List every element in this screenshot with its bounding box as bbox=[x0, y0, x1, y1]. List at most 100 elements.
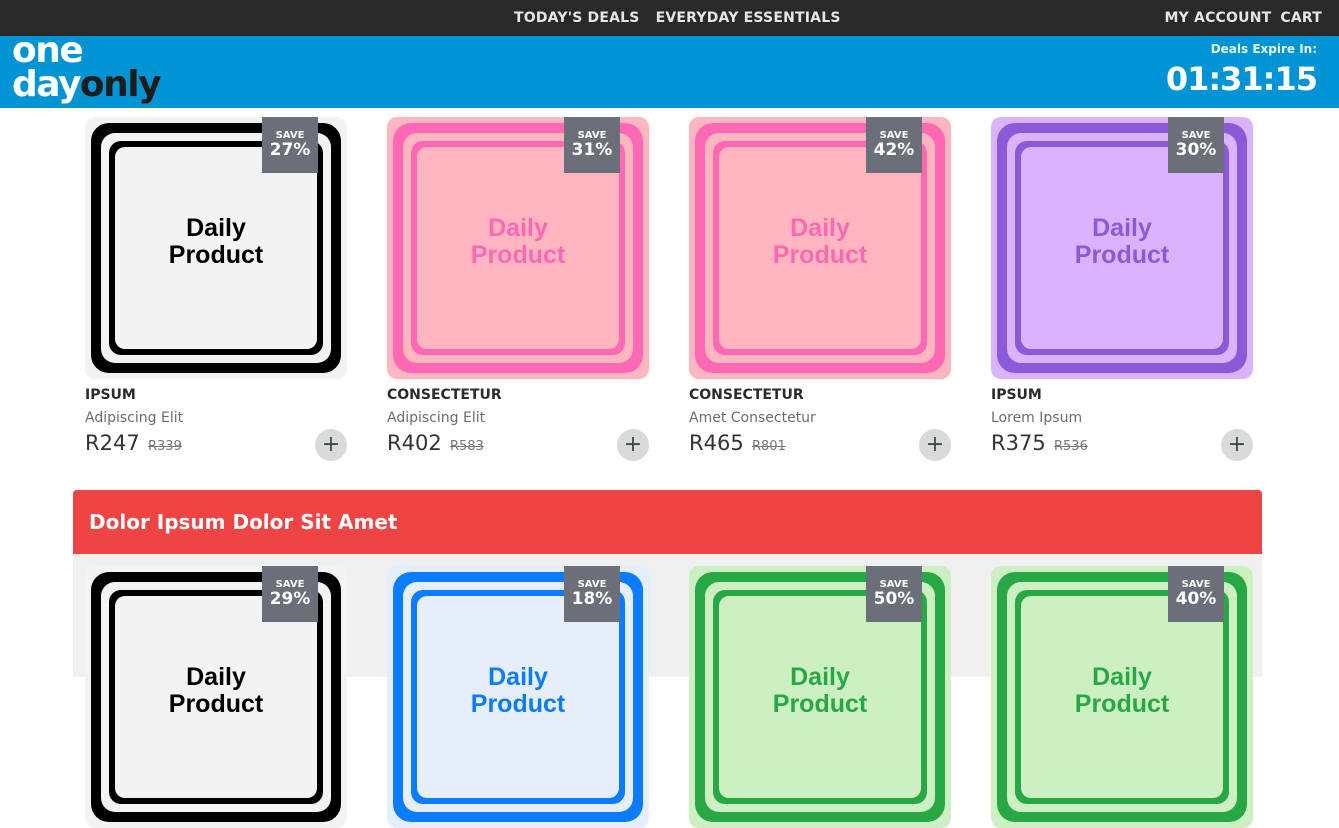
product-price: R465 bbox=[689, 431, 744, 455]
logo-only: only bbox=[79, 64, 162, 105]
add-to-cart-button[interactable]: + bbox=[617, 429, 649, 461]
section-banner: Dolor Ipsum Dolor Sit Amet bbox=[73, 490, 1262, 554]
placeholder-text: Daily Product bbox=[689, 215, 951, 269]
price-row: R402 R583 + bbox=[387, 429, 649, 463]
product-price: R402 bbox=[387, 431, 442, 455]
discount-percent: 27% bbox=[269, 140, 311, 160]
original-price: R339 bbox=[148, 439, 182, 454]
discount-badge: SAVE 29% bbox=[262, 566, 318, 622]
original-price: R583 bbox=[450, 439, 484, 454]
product-image[interactable]: Daily Product SAVE 30% bbox=[991, 117, 1253, 379]
placeholder-text: Daily Product bbox=[689, 664, 951, 718]
logo-day: day bbox=[12, 64, 81, 105]
original-price: R536 bbox=[1054, 439, 1088, 454]
discount-badge: SAVE 42% bbox=[866, 117, 922, 173]
discount-badge: SAVE 27% bbox=[262, 117, 318, 173]
product-name[interactable]: Lorem Ipsum bbox=[991, 410, 1253, 426]
product-brand: IPSUM bbox=[991, 387, 1042, 403]
add-to-cart-button[interactable]: + bbox=[1221, 429, 1253, 461]
discount-badge: SAVE 50% bbox=[866, 566, 922, 622]
add-to-cart-button[interactable]: + bbox=[919, 429, 951, 461]
discount-badge: SAVE 40% bbox=[1168, 566, 1224, 622]
product-card[interactable]: Daily Product SAVE 42% CONSECTETUR Amet Conse… bbox=[689, 117, 951, 463]
discount-percent: 31% bbox=[571, 140, 613, 160]
placeholder-line: Product bbox=[168, 690, 264, 718]
placeholder-text: Daily Product bbox=[991, 664, 1253, 718]
product-card[interactable]: Daily Product SAVE 40% bbox=[991, 566, 1253, 828]
top-navigation-bar: TODAY'S DEALS EVERYDAY ESSENTIALS MY ACC… bbox=[0, 0, 1339, 36]
placeholder-line: Daily bbox=[1092, 663, 1152, 691]
deal-nav: TODAY'S DEALS EVERYDAY ESSENTIALS bbox=[514, 10, 841, 26]
placeholder-line: Product bbox=[168, 241, 264, 269]
product-image[interactable]: Daily Product SAVE 50% bbox=[689, 566, 951, 828]
product-card[interactable]: Daily Product SAVE 18% bbox=[387, 566, 649, 828]
product-grid-section: Daily Product SAVE 29% Daily Product SAVE 18% Da… bbox=[85, 566, 1253, 828]
placeholder-text: Daily Product bbox=[387, 664, 649, 718]
section-title: Dolor Ipsum Dolor Sit Amet bbox=[89, 510, 398, 534]
nav-everyday-essentials[interactable]: EVERYDAY ESSENTIALS bbox=[656, 10, 841, 26]
discount-percent: 50% bbox=[873, 589, 915, 609]
product-brand: IPSUM bbox=[85, 387, 136, 403]
countdown-timer: 01:31:15 bbox=[1165, 60, 1318, 98]
product-image[interactable]: Daily Product SAVE 42% bbox=[689, 117, 951, 379]
product-image[interactable]: Daily Product SAVE 29% bbox=[85, 566, 347, 828]
placeholder-line: Product bbox=[470, 690, 566, 718]
discount-percent: 29% bbox=[269, 589, 311, 609]
product-image[interactable]: Daily Product SAVE 40% bbox=[991, 566, 1253, 828]
logo-one: one bbox=[12, 30, 84, 71]
placeholder-line: Daily bbox=[488, 663, 548, 691]
add-to-cart-button[interactable]: + bbox=[315, 429, 347, 461]
product-image[interactable]: Daily Product SAVE 31% bbox=[387, 117, 649, 379]
discount-badge: SAVE 31% bbox=[564, 117, 620, 173]
product-brand: CONSECTETUR bbox=[387, 387, 502, 403]
price-row: R375 R536 + bbox=[991, 429, 1253, 463]
product-card[interactable]: Daily Product SAVE 50% bbox=[689, 566, 951, 828]
product-name[interactable]: Amet Consectetur bbox=[689, 410, 951, 426]
placeholder-text: Daily Product bbox=[991, 215, 1253, 269]
discount-badge: SAVE 30% bbox=[1168, 117, 1224, 173]
placeholder-line: Daily bbox=[790, 214, 850, 242]
discount-percent: 40% bbox=[1175, 589, 1217, 609]
original-price: R801 bbox=[752, 439, 786, 454]
price-row: R247 R339 + bbox=[85, 429, 347, 463]
product-image[interactable]: Daily Product SAVE 27% bbox=[85, 117, 347, 379]
product-image[interactable]: Daily Product SAVE 18% bbox=[387, 566, 649, 828]
logo-dayonly: dayonly bbox=[12, 67, 162, 103]
nav-todays-deals[interactable]: TODAY'S DEALS bbox=[514, 10, 640, 26]
placeholder-line: Product bbox=[1074, 690, 1170, 718]
placeholder-line: Daily bbox=[186, 663, 246, 691]
site-logo[interactable]: one dayonly bbox=[12, 30, 162, 103]
placeholder-text: Daily Product bbox=[85, 215, 347, 269]
placeholder-line: Product bbox=[470, 241, 566, 269]
placeholder-line: Product bbox=[772, 690, 868, 718]
product-grid-top: Daily Product SAVE 27% IPSUM Adipiscing Elit R… bbox=[85, 117, 1253, 463]
product-card[interactable]: Daily Product SAVE 27% IPSUM Adipiscing Elit R… bbox=[85, 117, 347, 463]
product-card[interactable]: Daily Product SAVE 29% bbox=[85, 566, 347, 828]
placeholder-line: Daily bbox=[790, 663, 850, 691]
discount-percent: 18% bbox=[571, 589, 613, 609]
discount-percent: 30% bbox=[1175, 140, 1217, 160]
product-price: R375 bbox=[991, 431, 1046, 455]
cart-link[interactable]: CART bbox=[1280, 10, 1322, 26]
placeholder-text: Daily Product bbox=[85, 664, 347, 718]
placeholder-line: Product bbox=[1074, 241, 1170, 269]
price-row: R465 R801 + bbox=[689, 429, 951, 463]
product-card[interactable]: Daily Product SAVE 31% CONSECTETUR Adipiscing… bbox=[387, 117, 649, 463]
placeholder-line: Product bbox=[772, 241, 868, 269]
product-card[interactable]: Daily Product SAVE 30% IPSUM Lorem Ipsum R375 R… bbox=[991, 117, 1253, 463]
product-brand: CONSECTETUR bbox=[689, 387, 804, 403]
countdown-label: Deals Expire In: bbox=[1210, 42, 1317, 56]
my-account-link[interactable]: MY ACCOUNT bbox=[1165, 10, 1272, 26]
deal-countdown: Deals Expire In: 01:31:15 bbox=[1165, 42, 1318, 98]
placeholder-line: Daily bbox=[488, 214, 548, 242]
site-header: one dayonly Deals Expire In: 01:31:15 bbox=[0, 30, 1339, 108]
product-price: R247 bbox=[85, 431, 140, 455]
placeholder-text: Daily Product bbox=[387, 215, 649, 269]
placeholder-line: Daily bbox=[186, 214, 246, 242]
placeholder-line: Daily bbox=[1092, 214, 1152, 242]
account-links: MY ACCOUNT CART bbox=[1165, 10, 1323, 26]
discount-badge: SAVE 18% bbox=[564, 566, 620, 622]
product-name[interactable]: Adipiscing Elit bbox=[387, 410, 649, 426]
product-name[interactable]: Adipiscing Elit bbox=[85, 410, 347, 426]
discount-percent: 42% bbox=[873, 140, 915, 160]
